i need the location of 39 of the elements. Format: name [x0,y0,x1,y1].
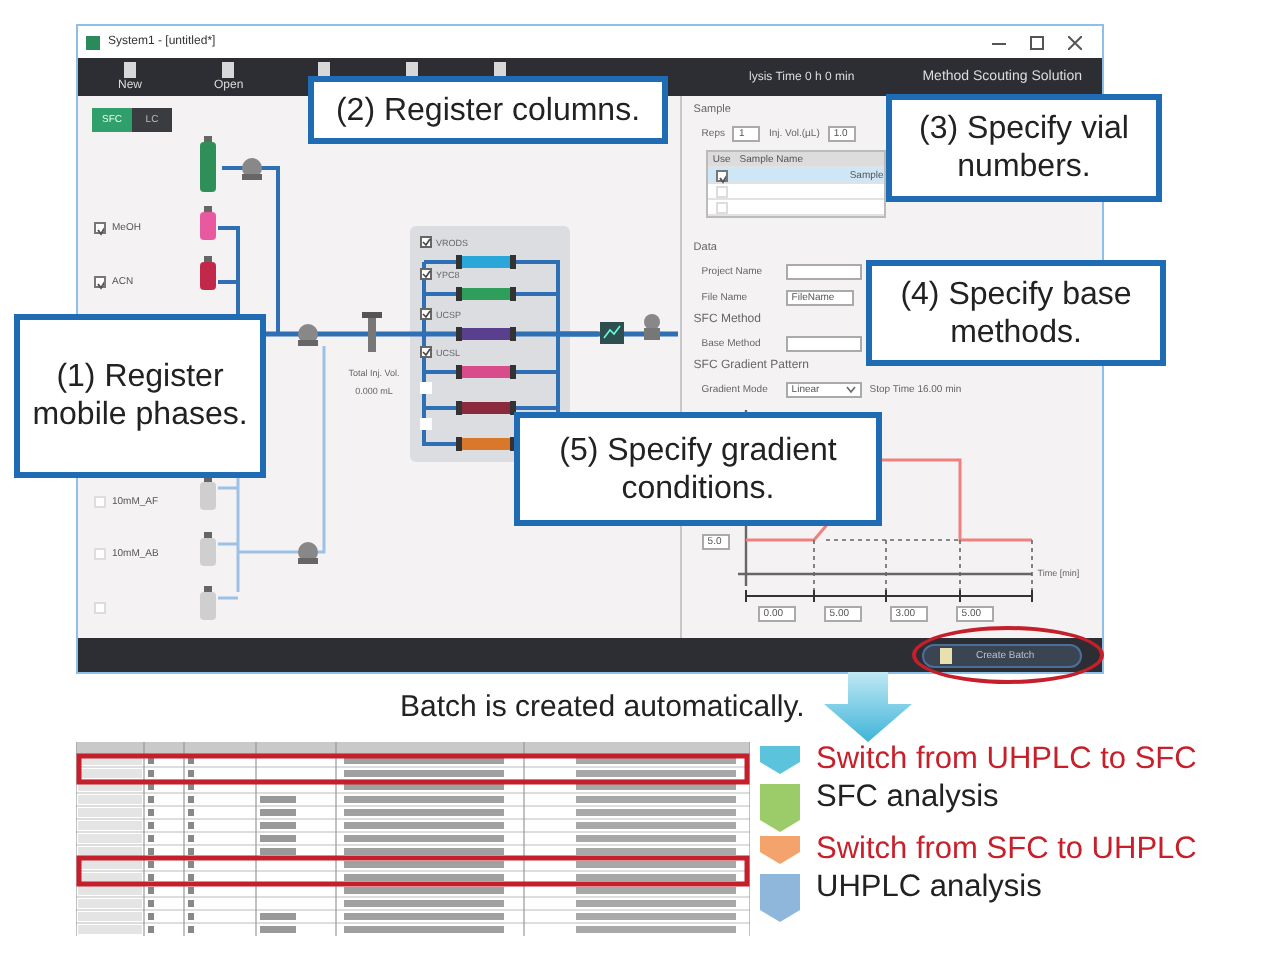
bottle-icon [200,206,216,240]
callout: (4) Specify base methods. [866,260,1166,366]
checkbox[interactable] [94,222,106,234]
caret-icon [845,385,856,393]
caption: Batch is created automatically. [400,689,805,723]
bottle-icon [200,136,216,192]
switch-step-label: Switch from UHPLC to SFC [816,740,1197,780]
project-name-field[interactable] [785,263,862,279]
injector-icon [362,312,382,352]
base-method-field[interactable] [785,335,862,351]
pump-icon [298,542,318,564]
maximize-icon[interactable] [1030,35,1044,49]
checkbox[interactable] [420,268,432,280]
bottle-icon [200,256,216,290]
analysis-step-label: UHPLC analysis [816,868,1042,908]
checkbox[interactable] [420,236,432,248]
checkbox[interactable] [94,276,106,288]
switch-step-label: Switch from SFC to UHPLC [816,830,1197,870]
bottle-icon [200,586,216,620]
close-icon[interactable] [1068,35,1082,49]
app-icon [86,35,100,49]
analysis-step-label: SFC analysis [816,778,999,818]
regulator-icon [644,314,660,340]
checkbox[interactable] [420,308,432,320]
callout: (3) Specify vial numbers. [886,94,1162,202]
callout: (2) Register columns. [308,76,668,144]
bottle-icon [200,532,216,566]
pump-icon [298,324,318,346]
callout: (5) Specify gradient conditions. [514,412,882,526]
detector-icon [600,322,624,344]
document-icon [220,62,237,78]
down-arrow-icon [824,671,913,741]
document-icon [122,62,138,78]
checkbox[interactable] [715,169,728,181]
document-icon [940,647,952,663]
pump-icon [242,158,262,180]
callout: (1) Register mobile phases. [14,314,266,478]
bottle-icon [200,476,216,510]
checkbox[interactable] [420,346,432,358]
